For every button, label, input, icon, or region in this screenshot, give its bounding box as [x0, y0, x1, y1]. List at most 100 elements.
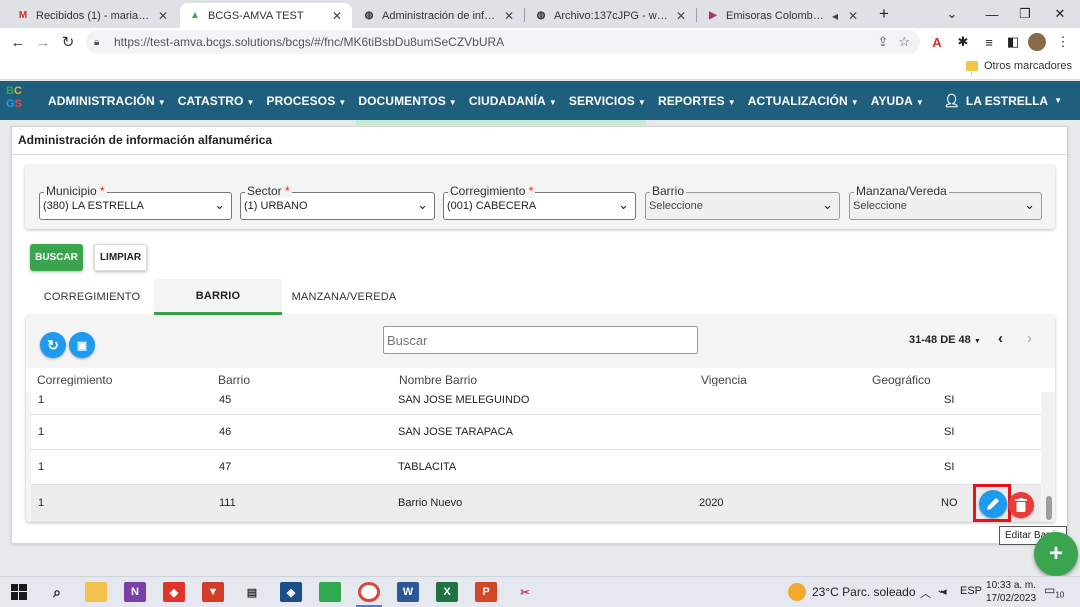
menu-catastro[interactable]: CATASTRO ▼: [178, 94, 255, 108]
chat-app-icon[interactable]: [319, 582, 341, 602]
notification-center[interactable]: ▭10: [1044, 583, 1064, 601]
table-scrollbar[interactable]: [1043, 392, 1055, 522]
clock-date: 17/02/2023: [986, 593, 1037, 604]
chevron-left-icon[interactable]: ‹: [998, 330, 1003, 347]
corregimiento-select[interactable]: Corregimiento * (001) CABECERA ⌄: [443, 184, 636, 220]
menu-label: REPORTES: [657, 93, 725, 108]
scrollbar-thumb[interactable]: [1046, 496, 1052, 520]
close-icon[interactable]: ✕: [502, 9, 516, 23]
close-icon[interactable]: ✕: [156, 9, 170, 23]
volume-icon[interactable]: ◂: [941, 585, 947, 598]
file-explorer-icon[interactable]: [85, 582, 107, 602]
snipping-tool-icon[interactable]: ✂: [514, 582, 536, 602]
restore-icon[interactable]: ❐: [1005, 0, 1045, 28]
required-mark: *: [285, 184, 290, 198]
search-icon[interactable]: ⌕: [46, 582, 68, 602]
tab-corregimiento[interactable]: CORREGIMIENTO: [30, 279, 154, 315]
chevron-right-icon[interactable]: ›: [1027, 330, 1032, 347]
table-body: 1 45 SAN JOSE MELEGUINDO SI 1 46 SAN JOS…: [31, 386, 1041, 522]
address-bar[interactable]: 🔒︎ https://test-amva.bcgs.solutions/bcgs…: [86, 30, 920, 54]
barrio-select[interactable]: Barrio Seleccione ⌄: [645, 184, 840, 220]
column-header[interactable]: Corregimiento: [37, 373, 112, 387]
column-header[interactable]: Nombre Barrio: [399, 373, 477, 387]
municipio-select[interactable]: Municipio * (380) LA ESTRELLA ⌄: [39, 184, 232, 220]
close-icon[interactable]: ✕: [674, 9, 688, 23]
browser-tab-wiki[interactable]: ◍ Archivo:137cJPG - wikibcgs ✕: [526, 3, 696, 28]
manzana-select[interactable]: Manzana/Vereda Seleccione ⌄: [849, 184, 1042, 220]
browser-tab-bcgs[interactable]: ▲ BCGS-AMVA TEST ✕: [180, 3, 352, 28]
star-icon[interactable]: ☆: [898, 34, 910, 50]
delete-barrio-button[interactable]: [1008, 492, 1034, 518]
browser-tab-admin[interactable]: ◍ Administración de informació ✕: [354, 3, 524, 28]
weather-widget[interactable]: 23°C Parc. soleado: [788, 583, 916, 601]
menu-actualizacion[interactable]: ACTUALIZACIÓN ▼: [748, 94, 859, 108]
menu-ciudadania[interactable]: CIUDADANÍA ▼: [469, 94, 557, 108]
side-panel-icon[interactable]: ◧: [1004, 33, 1022, 51]
windows-start-icon[interactable]: [8, 582, 30, 602]
add-record-button[interactable]: ▣: [69, 332, 95, 358]
kebab-menu-icon[interactable]: ⋮: [1054, 33, 1072, 51]
logo-letter-b: B: [6, 85, 14, 97]
caret-down-icon: ▼: [157, 97, 166, 107]
table-row[interactable]: 1 45 SAN JOSE MELEGUINDO SI: [31, 386, 1041, 415]
limpiar-button[interactable]: LIMPIAR: [94, 244, 147, 271]
brave-icon[interactable]: ▼: [202, 582, 224, 602]
powerpoint-icon[interactable]: P: [475, 582, 497, 602]
table-row-selected[interactable]: 1 111 Barrio Nuevo 2020 NO: [31, 485, 1041, 522]
excel-icon[interactable]: X: [436, 582, 458, 602]
main-card: Administración de información alfanuméri…: [11, 126, 1068, 544]
trash-icon: [1015, 498, 1027, 512]
system-clock[interactable]: 10:33 a. m. 17/02/2023: [986, 579, 1036, 605]
buscar-button[interactable]: BUSCAR: [30, 244, 83, 271]
column-header[interactable]: Vigencia: [701, 373, 747, 387]
menu-ayuda[interactable]: AYUDA ▼: [871, 94, 924, 108]
bcgs-logo[interactable]: BC GS: [6, 85, 32, 115]
onenote-icon[interactable]: N: [124, 582, 146, 602]
edit-barrio-button[interactable]: [979, 490, 1007, 518]
pdf-extension-icon[interactable]: A: [928, 33, 946, 51]
tab-manzana-vereda[interactable]: MANZANA/VEREDA: [282, 279, 406, 315]
browser-tab-gmail[interactable]: M Recibidos (1) - maria.zuluaga ✕: [8, 3, 178, 28]
tray-chevron-icon[interactable]: ︿: [920, 585, 931, 601]
chrome-icon[interactable]: [358, 582, 380, 602]
add-folder-icon: ▣: [76, 339, 88, 352]
other-bookmarks[interactable]: Otros marcadores: [965, 60, 1072, 72]
pagination-range[interactable]: 31-48 DE 48 ▼: [909, 334, 981, 346]
sector-select[interactable]: Sector * (1) URBANO ⌄: [240, 184, 435, 220]
menu-administracion[interactable]: ADMINISTRACIÓN ▼: [48, 94, 166, 108]
reload-icon[interactable]: ↻: [58, 32, 78, 52]
menu-servicios[interactable]: SERVICIOS ▼: [569, 94, 646, 108]
close-icon[interactable]: ✕: [846, 9, 860, 23]
tab-search-icon[interactable]: ⌄: [932, 0, 972, 28]
profile-avatar[interactable]: [1028, 33, 1046, 51]
column-header[interactable]: Geográfico: [872, 373, 931, 387]
browser-tab-radio[interactable]: ▶ Emisoras Colombianas e ◂ ✕: [698, 3, 868, 28]
share-icon[interactable]: ⇪: [877, 34, 888, 50]
close-icon[interactable]: ✕: [330, 9, 344, 23]
column-header[interactable]: Barrio: [218, 373, 250, 387]
tab-barrio[interactable]: BARRIO: [154, 279, 282, 315]
table-row[interactable]: 1 46 SAN JOSE TARAPACA SI: [31, 415, 1041, 450]
search-input[interactable]: [383, 326, 698, 354]
user-menu[interactable]: 👤︎ LA ESTRELLA ▼: [943, 81, 1062, 120]
new-tab-button[interactable]: +: [864, 0, 904, 28]
menu-reportes[interactable]: REPORTES ▼: [658, 94, 736, 108]
forward-arrow-icon[interactable]: →: [33, 32, 53, 52]
clock-time: 10:33 a. m.: [986, 580, 1037, 591]
menu-documentos[interactable]: DOCUMENTOS ▼: [358, 94, 456, 108]
word-icon[interactable]: W: [397, 582, 419, 602]
add-fab-button[interactable]: +: [1034, 532, 1078, 576]
table-row[interactable]: 1 47 TABLACITA SI: [31, 450, 1041, 485]
refresh-button[interactable]: ↻: [40, 332, 66, 358]
close-window-icon[interactable]: ✕: [1040, 0, 1080, 28]
chevron-down-icon: ⌄: [214, 197, 225, 212]
language-indicator[interactable]: ESP: [960, 585, 982, 597]
vpn-icon[interactable]: ◈: [280, 582, 302, 602]
speaker-icon[interactable]: ◂: [828, 9, 842, 23]
anydesk-icon[interactable]: ◆: [163, 582, 185, 602]
puzzle-icon[interactable]: ✱: [954, 33, 972, 51]
back-arrow-icon[interactable]: ←: [8, 32, 28, 52]
network-app-icon[interactable]: ▤: [241, 582, 263, 602]
menu-procesos[interactable]: PROCESOS ▼: [266, 94, 346, 108]
media-queue-icon[interactable]: ≡: [980, 33, 998, 51]
